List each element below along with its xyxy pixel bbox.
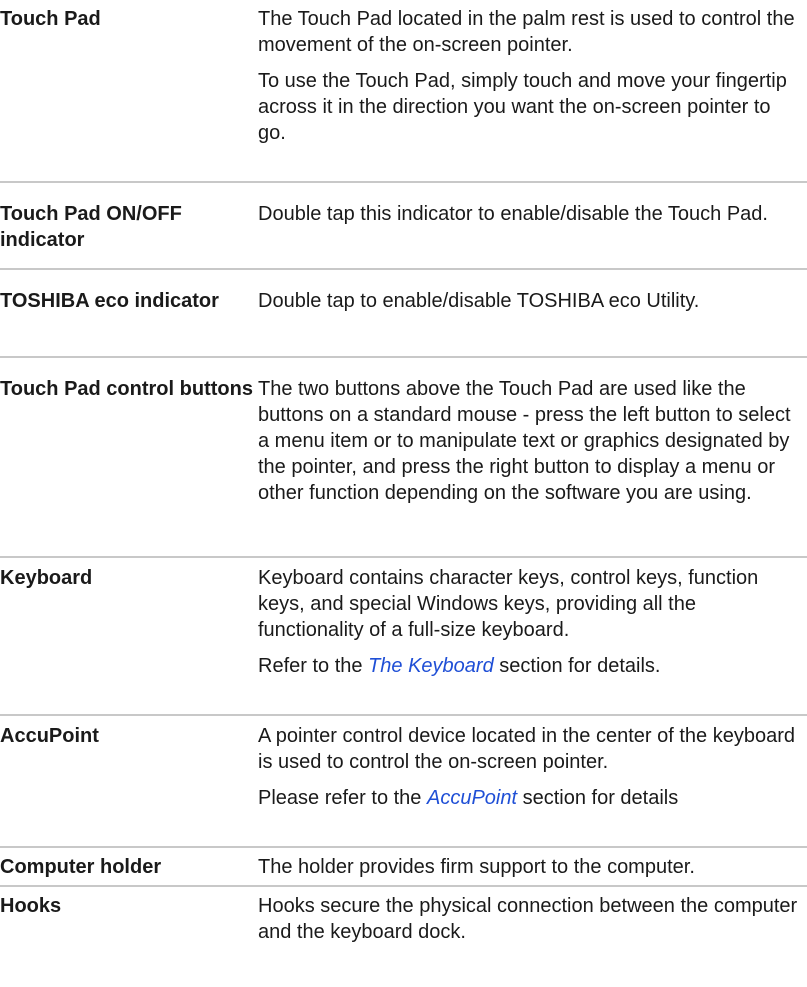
paragraph-text: Please refer to the: [258, 787, 427, 809]
table-row: Hooks Hooks secure the physical connecti…: [0, 887, 807, 957]
description-paragraph: Refer to the The Keyboard section for de…: [258, 653, 803, 679]
row-description: Double tap to enable/disable TOSHIBA eco…: [258, 288, 807, 356]
row-description: The two buttons above the Touch Pad are …: [258, 376, 807, 556]
table-row: Touch Pad control buttons The two button…: [0, 358, 807, 558]
row-description: Keyboard contains character keys, contro…: [258, 565, 807, 714]
row-term: Hooks: [0, 895, 62, 917]
row-term: AccuPoint: [0, 725, 99, 747]
table-row: Computer holder The holder provides firm…: [0, 848, 807, 887]
table-row: TOSHIBA eco indicator Double tap to enab…: [0, 270, 807, 358]
table-row: Touch Pad The Touch Pad located in the p…: [0, 0, 807, 183]
table-row: Touch Pad ON/OFF indicator Double tap th…: [0, 183, 807, 270]
row-term: Keyboard: [0, 567, 93, 589]
description-paragraph: Hooks secure the physical connection bet…: [258, 895, 798, 943]
the-keyboard-link[interactable]: The Keyboard: [368, 655, 494, 677]
description-paragraph: Double tap to enable/disable TOSHIBA eco…: [258, 290, 700, 312]
row-description: The holder provides firm support to the …: [258, 854, 807, 885]
row-term: Touch Pad control buttons: [0, 378, 253, 400]
table-row: AccuPoint A pointer control device locat…: [0, 716, 807, 848]
paragraph-text: section for details: [517, 787, 679, 809]
table-row: Keyboard Keyboard contains character key…: [0, 558, 807, 716]
description-paragraph: A pointer control device located in the …: [258, 725, 796, 773]
row-term: Touch Pad ON/OFF indicator: [0, 203, 182, 251]
row-description: A pointer control device located in the …: [258, 723, 807, 846]
row-term: TOSHIBA eco indicator: [0, 290, 219, 312]
description-paragraph: The two buttons above the Touch Pad are …: [258, 378, 791, 504]
paragraph-text: Refer to the: [258, 655, 369, 677]
description-paragraph: The Touch Pad located in the palm rest i…: [258, 8, 795, 56]
row-description: Hooks secure the physical connection bet…: [258, 893, 807, 957]
paragraph-text: section for details.: [493, 655, 661, 677]
row-term: Computer holder: [0, 856, 162, 878]
definition-table: Touch Pad The Touch Pad located in the p…: [0, 0, 807, 957]
row-description: The Touch Pad located in the palm rest i…: [258, 6, 807, 181]
accupoint-link[interactable]: AccuPoint: [427, 787, 517, 809]
description-paragraph: Keyboard contains character keys, contro…: [258, 567, 759, 641]
description-paragraph: The holder provides firm support to the …: [258, 856, 695, 878]
description-paragraph: To use the Touch Pad, simply touch and m…: [258, 70, 787, 144]
row-description: Double tap this indicator to enable/disa…: [258, 201, 807, 268]
description-paragraph: Double tap this indicator to enable/disa…: [258, 203, 768, 225]
row-term: Touch Pad: [0, 8, 101, 30]
description-paragraph: Please refer to the AccuPoint section fo…: [258, 785, 803, 811]
